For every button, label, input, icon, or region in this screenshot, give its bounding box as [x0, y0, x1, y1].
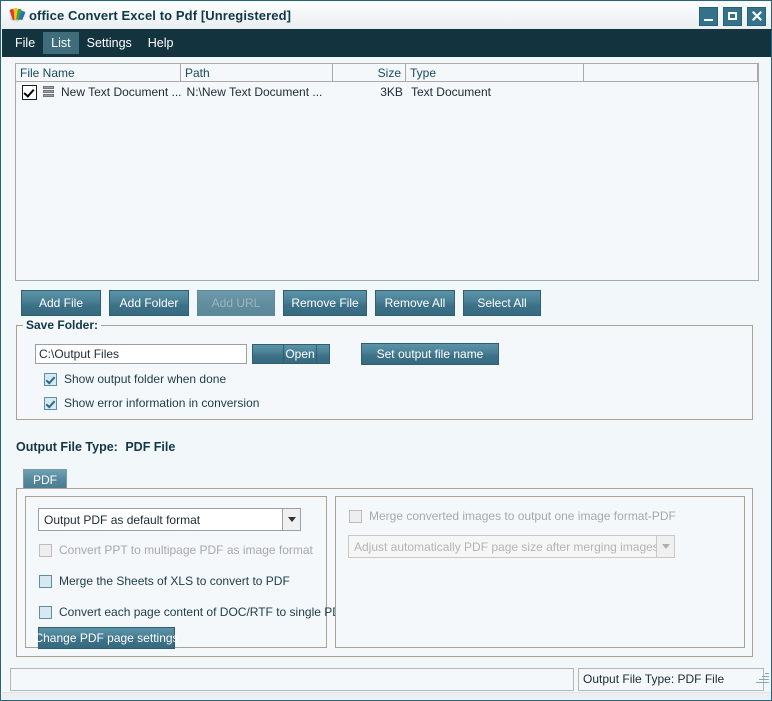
status-output-file-type: Output File Type: PDF File: [578, 668, 764, 691]
resize-grip-icon[interactable]: [755, 671, 769, 685]
window-controls: [699, 7, 766, 26]
status-bar: Output File Type: PDF File: [2, 663, 772, 701]
convert-ppt-multipage-checkbox-row: Convert PPT to multipage PDF as image fo…: [39, 543, 313, 557]
convert-doc-page-label: Convert each page content of DOC/RTF to …: [59, 605, 348, 619]
set-output-file-name-button[interactable]: Set output file name: [361, 343, 499, 365]
merge-xls-sheets-checkbox[interactable]: [39, 575, 52, 588]
menu-item-file[interactable]: File: [7, 32, 43, 54]
convert-doc-page-checkbox-row[interactable]: Convert each page content of DOC/RTF to …: [39, 605, 348, 619]
add-url-button: Add URL: [197, 290, 275, 316]
convert-ppt-multipage-checkbox: [39, 544, 52, 557]
file-name-cell: New Text Document ...: [18, 83, 183, 101]
column-header-size[interactable]: Size: [333, 64, 406, 81]
output-file-type: Output File Type: PDF File: [16, 440, 175, 454]
chevron-down-icon[interactable]: [282, 509, 300, 530]
save-folder-title: Save Folder:: [23, 318, 101, 332]
file-list[interactable]: File NamePathSizeType New Text Document …: [15, 63, 759, 281]
remove-file-button[interactable]: Remove File: [283, 290, 367, 316]
save-folder-group: Save Folder: ... Open Set output file na…: [16, 325, 753, 420]
status-message: [10, 668, 574, 691]
row-checkbox[interactable]: [22, 85, 37, 100]
show-output-folder-checkbox-row[interactable]: Show output folder when done: [44, 372, 226, 386]
adjust-page-size-select-value: Adjust automatically PDF page size after…: [349, 540, 656, 554]
change-pdf-page-settings-button[interactable]: Change PDF page settings: [38, 627, 175, 649]
type-cell: Text Document: [407, 83, 585, 101]
pdf-format-select[interactable]: Output PDF as default format: [38, 508, 301, 531]
merge-xls-sheets-checkbox-row[interactable]: Merge the Sheets of XLS to convert to PD…: [39, 574, 290, 588]
select-all-button[interactable]: Select All: [463, 290, 541, 316]
menu-item-settings[interactable]: Settings: [79, 32, 140, 54]
menu-item-list[interactable]: List: [43, 32, 78, 54]
path-cell: N:\New Text Document ...: [183, 83, 335, 101]
application-window: office Convert Excel to Pdf [Unregistere…: [0, 0, 772, 701]
app-fan-icon: [8, 7, 26, 25]
window-title: office Convert Excel to Pdf [Unregistere…: [29, 8, 291, 23]
column-header-file-name[interactable]: File Name: [16, 64, 181, 81]
merge-images-checkbox-row: Merge converted images to output one ima…: [349, 509, 676, 523]
status-bar-strip: [2, 692, 772, 701]
image-options-panel: Merge converted images to output one ima…: [335, 496, 745, 648]
minimize-icon[interactable]: [699, 7, 718, 26]
pdf-options-panel: Output PDF as default format Convert PPT…: [25, 496, 327, 648]
show-error-info-checkbox-row[interactable]: Show error information in conversion: [44, 396, 259, 410]
menu-bar: FileListSettingsHelp: [2, 29, 772, 57]
column-header-blank[interactable]: [584, 64, 758, 81]
maximize-icon[interactable]: [723, 7, 742, 26]
output-file-type-label: Output File Type:: [16, 440, 118, 454]
close-icon[interactable]: [747, 7, 766, 26]
output-file-type-value: PDF File: [121, 440, 175, 454]
save-folder-input[interactable]: [35, 344, 247, 364]
merge-images-checkbox: [349, 510, 362, 523]
merge-images-label: Merge converted images to output one ima…: [369, 509, 676, 523]
document-stack-icon: [42, 85, 55, 99]
column-header-path[interactable]: Path: [181, 64, 333, 81]
table-row[interactable]: New Text Document ...N:\New Text Documen…: [16, 82, 758, 102]
merge-xls-sheets-label: Merge the Sheets of XLS to convert to PD…: [59, 574, 290, 588]
show-output-folder-checkbox[interactable]: [44, 373, 57, 386]
file-list-rows: New Text Document ...N:\New Text Documen…: [16, 82, 758, 102]
adjust-page-size-select: Adjust automatically PDF page size after…: [348, 535, 675, 558]
tab-pdf[interactable]: PDF: [23, 469, 67, 489]
show-error-info-checkbox[interactable]: [44, 397, 57, 410]
file-list-header: File NamePathSizeType: [16, 64, 758, 82]
file-name-text: New Text Document ...: [55, 83, 182, 101]
open-folder-button[interactable]: Open: [283, 344, 317, 364]
convert-ppt-multipage-label: Convert PPT to multipage PDF as image fo…: [59, 543, 313, 557]
main-content: File NamePathSizeType New Text Document …: [2, 57, 772, 663]
pdf-tab-panel: Output PDF as default format Convert PPT…: [16, 488, 753, 657]
size-cell: 3KB: [334, 83, 407, 101]
show-output-folder-label: Show output folder when done: [64, 372, 226, 386]
column-header-type[interactable]: Type: [406, 64, 584, 81]
file-actions-toolbar: Add File Add Folder Add URL Remove File Remo…: [21, 290, 541, 316]
remove-all-button[interactable]: Remove All: [375, 290, 455, 316]
menu-item-help[interactable]: Help: [140, 32, 182, 54]
title-bar: office Convert Excel to Pdf [Unregistere…: [2, 2, 772, 29]
add-folder-button[interactable]: Add Folder: [109, 290, 189, 316]
add-file-button[interactable]: Add File: [21, 290, 101, 316]
convert-doc-page-checkbox[interactable]: [39, 606, 52, 619]
show-error-info-label: Show error information in conversion: [64, 396, 259, 410]
pdf-format-select-value: Output PDF as default format: [39, 513, 282, 527]
chevron-down-icon: [656, 536, 674, 557]
